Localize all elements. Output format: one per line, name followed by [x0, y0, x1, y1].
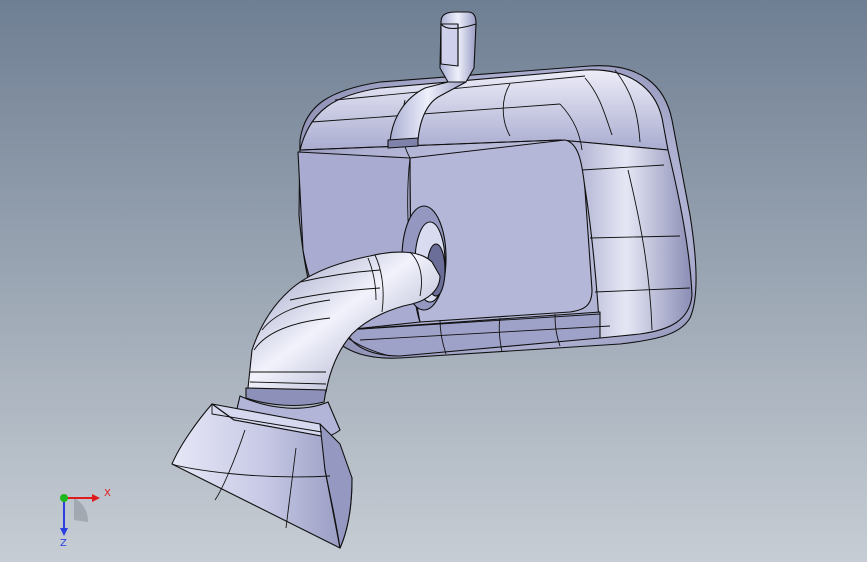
y-axis-dot — [60, 494, 68, 502]
graphics-viewport[interactable]: X Z — [0, 0, 867, 562]
orientation-triad: X Z — [60, 488, 111, 548]
x-axis-arrow — [92, 494, 100, 502]
model-view[interactable] — [0, 0, 867, 562]
clip-base — [387, 137, 419, 149]
triad-shadow — [74, 498, 89, 522]
x-axis-label: X — [104, 488, 111, 499]
z-axis-label: Z — [60, 538, 67, 548]
z-axis-arrow — [60, 528, 68, 536]
clip-front-face — [440, 23, 459, 67]
